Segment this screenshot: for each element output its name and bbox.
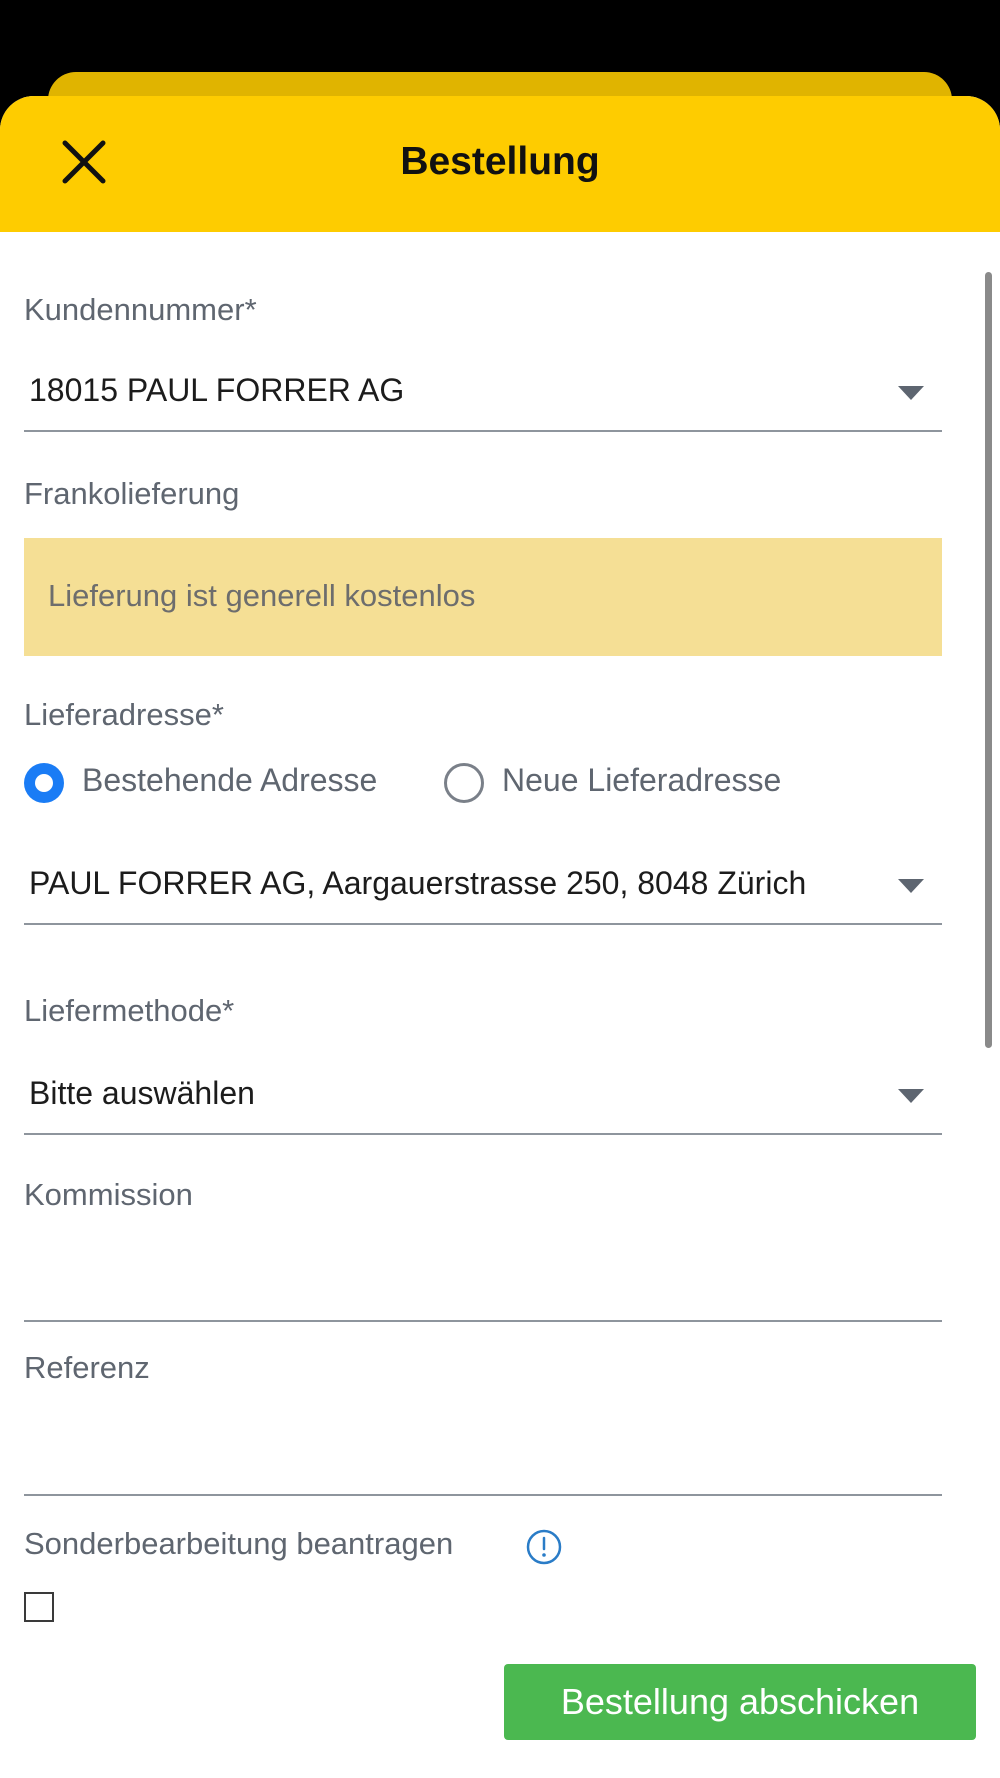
reference-field[interactable]: [24, 1426, 942, 1496]
commission-label: Kommission: [24, 1177, 193, 1212]
chevron-down-icon: [898, 879, 924, 893]
page-title: Bestellung: [400, 140, 600, 183]
customer-number-select[interactable]: 18015 PAUL FORRER AG: [24, 354, 942, 432]
delivery-address-select[interactable]: PAUL FORRER AG, Aargauerstrasse 250, 804…: [24, 847, 942, 925]
order-sheet: Bestellung Kundennummer* 18015 PAUL FORR…: [0, 96, 1000, 1778]
delivery-method-select[interactable]: Bitte auswählen: [24, 1057, 942, 1135]
delivery-address-label: Lieferadresse*: [24, 697, 224, 732]
radio-existing-address-label[interactable]: Bestehende Adresse: [82, 762, 377, 799]
free-delivery-label: Frankolieferung: [24, 476, 240, 511]
scrollbar[interactable]: [985, 272, 992, 1048]
radio-new-address-label[interactable]: Neue Lieferadresse: [502, 762, 781, 799]
info-icon[interactable]: [525, 1528, 563, 1566]
chevron-down-icon: [898, 386, 924, 400]
delivery-method-label: Liefermethode*: [24, 993, 235, 1028]
reference-input[interactable]: [24, 1426, 942, 1494]
delivery-address-value: PAUL FORRER AG, Aargauerstrasse 250, 804…: [29, 865, 807, 901]
commission-input[interactable]: [24, 1252, 942, 1320]
customer-number-value: 18015 PAUL FORRER AG: [29, 372, 405, 408]
sheet-header: Bestellung: [0, 96, 1000, 232]
free-delivery-notice-text: Lieferung ist generell kostenlos: [48, 578, 476, 613]
free-delivery-notice: Lieferung ist generell kostenlos: [24, 538, 942, 656]
chevron-down-icon: [898, 1089, 924, 1103]
special-processing-label: Sonderbearbeitung beantragen: [24, 1526, 454, 1561]
customer-number-label: Kundennummer*: [24, 292, 257, 327]
submit-order-button[interactable]: Bestellung abschicken: [504, 1664, 976, 1740]
radio-new-address[interactable]: [444, 763, 484, 803]
delivery-method-value: Bitte auswählen: [29, 1075, 255, 1111]
special-processing-checkbox[interactable]: [24, 1592, 54, 1622]
commission-field[interactable]: [24, 1252, 942, 1322]
reference-label: Referenz: [24, 1350, 150, 1385]
radio-existing-address[interactable]: [24, 763, 64, 803]
